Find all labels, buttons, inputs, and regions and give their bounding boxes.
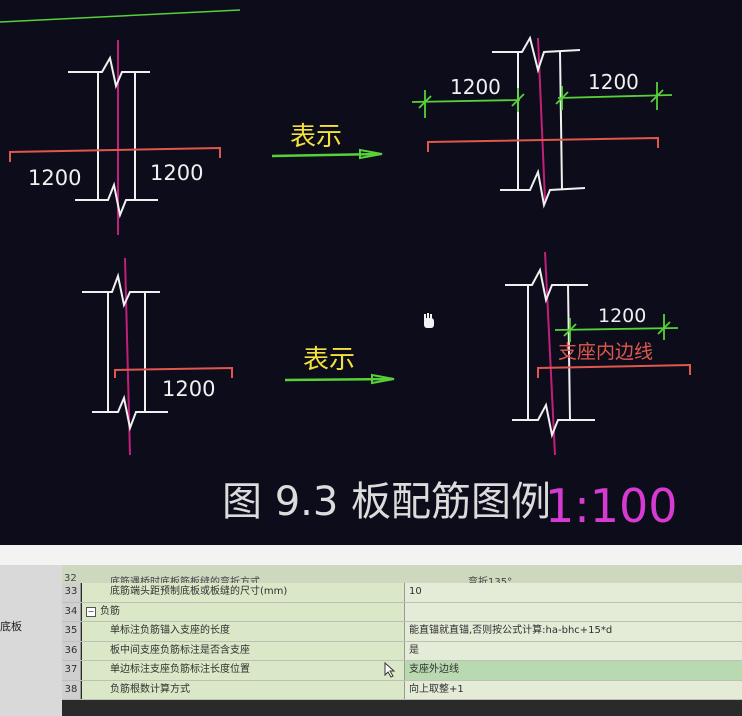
row-value[interactable]: 向上取整+1 [404, 680, 742, 699]
settings-table: 33 底筋端头距预制底板或板缝的尺寸(mm) 10 34 − 负筋 35 单标注负… [62, 583, 742, 700]
row-value[interactable]: 能直锚就直锚,否则按公式计算:ha-bhc+15*d [404, 622, 742, 641]
row-number: 34 [62, 602, 81, 621]
mouse-pointer-icon [384, 662, 396, 678]
table-row-group[interactable]: 34 − 负筋 [62, 602, 742, 622]
row-name: 底筋端头距预制底板或板缝的尺寸(mm) [82, 583, 404, 602]
arrow-right-icon [271, 152, 381, 158]
row-number: 37 [62, 661, 81, 680]
table-row[interactable]: 36 板中间支座负筋标注是否含支座 是 [62, 641, 742, 661]
table-row[interactable]: 33 底筋端头距预制底板或板缝的尺寸(mm) 10 [62, 583, 742, 603]
row-name-group: − 负筋 [82, 602, 404, 621]
view-border-line [0, 9, 241, 23]
arrow-label: 表示 [290, 122, 342, 152]
support-detail-bottom-left [82, 257, 233, 456]
support-detail-top-left [9, 40, 221, 235]
row-name: 负筋根数计算方式 [82, 680, 404, 699]
cad-canvas: 1200 1200 表示 1200 1200 1200 表示 1200 支座内边… [0, 9, 691, 533]
arrow-label: 表示 [303, 345, 355, 375]
dim-text: 1200 [162, 377, 215, 401]
arrow-right-icon [284, 377, 393, 382]
group-label: 负筋 [100, 605, 120, 617]
table-row-selected[interactable]: 37 单边标注支座负筋标注长度位置 支座外边线 [62, 661, 742, 681]
dim-text: 1200 [588, 70, 639, 94]
row-number: 38 [62, 680, 81, 699]
row-value[interactable]: 支座外边线 [404, 661, 742, 680]
hand-cursor-icon [424, 313, 434, 328]
row-value[interactable]: 是 [404, 641, 742, 660]
row-name: 单边标注支座负筋标注长度位置 [82, 661, 404, 680]
table-row[interactable]: 35 单标注负筋锚入支座的长度 能直锚就直锚,否则按公式计算:ha-bhc+15… [62, 622, 742, 642]
row-name: 单标注负筋锚入支座的长度 [82, 622, 404, 641]
table-row[interactable]: 32 底筋遇桥时底板筋板缝的弯折方式 弯折135° [62, 565, 742, 588]
dim-text: 1200 [450, 75, 501, 99]
inner-edge-label: 支座内边线 [558, 341, 653, 363]
row-number: 33 [62, 583, 81, 602]
row-name: 板中间支座负筋标注是否含支座 [82, 641, 404, 660]
category-column[interactable]: 底板 [0, 565, 62, 716]
screen-gap [0, 545, 742, 565]
cad-drawing-area[interactable]: 1200 1200 表示 1200 1200 1200 表示 1200 支座内边… [0, 0, 742, 545]
figure-caption: 图 9.3 板配筋图例 [222, 479, 551, 525]
scale-label: 1:100 [545, 479, 678, 533]
dim-text: 1200 [28, 166, 81, 190]
collapse-toggle-icon[interactable]: − [86, 606, 96, 617]
dim-text: 1200 [150, 161, 203, 185]
row-value[interactable]: 10 [404, 583, 742, 602]
dim-text: 1200 [598, 305, 646, 327]
row-number: 35 [62, 622, 81, 641]
row-value [404, 602, 742, 621]
settings-panel[interactable]: 底板 32 底筋遇桥时底板筋板缝的弯折方式 弯折135° 33 底筋端头距预制底… [0, 565, 742, 716]
category-label[interactable]: 底板 [0, 618, 22, 634]
row-number: 36 [62, 641, 81, 660]
table-row[interactable]: 38 负筋根数计算方式 向上取整+1 [62, 680, 742, 700]
support-detail-top-right [411, 35, 673, 209]
